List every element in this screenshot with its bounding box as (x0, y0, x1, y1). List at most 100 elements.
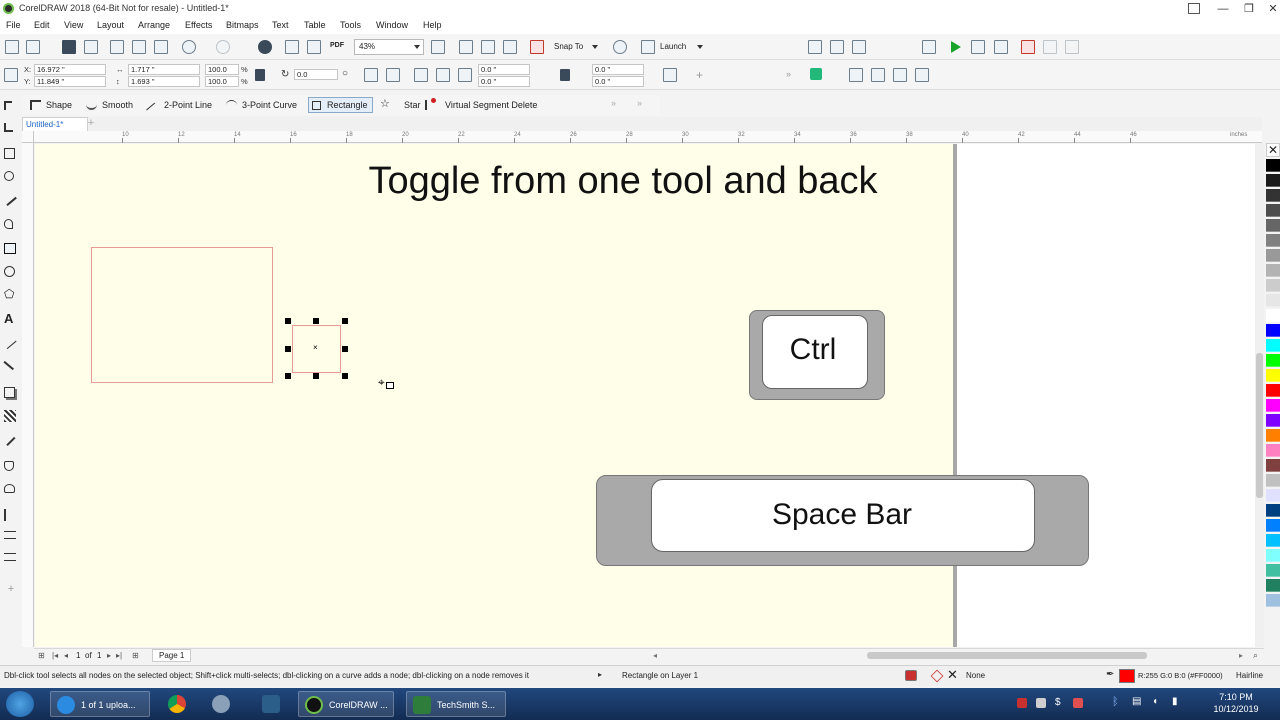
taskbar-app-4[interactable] (256, 691, 288, 717)
selection-handle-ml[interactable] (285, 346, 291, 352)
text-properties-icon[interactable] (852, 40, 866, 54)
palette-swatch[interactable] (1266, 294, 1280, 307)
menu-file[interactable]: File (6, 20, 21, 30)
palette-swatch[interactable] (1266, 474, 1280, 487)
canvas-title-text[interactable]: Toggle from one tool and back (35, 160, 1211, 203)
menu-layout[interactable]: Layout (97, 20, 124, 30)
to-front-icon[interactable] (849, 68, 863, 82)
spell-check-icon[interactable] (830, 40, 844, 54)
outline-pen-icon[interactable] (893, 68, 907, 82)
selection-handle-mr[interactable] (342, 346, 348, 352)
taskbar-ie[interactable]: 1 of 1 uploa... (50, 691, 150, 717)
paste-icon[interactable] (154, 40, 168, 54)
add-tab-button[interactable]: + (84, 117, 98, 130)
palette-swatch[interactable] (1266, 219, 1280, 232)
palette-swatch[interactable] (1266, 504, 1280, 517)
palette-swatch[interactable] (1266, 384, 1280, 397)
snap-off-icon[interactable] (530, 40, 544, 54)
palette-swatch[interactable] (1266, 264, 1280, 277)
corner-radius-top-right[interactable]: 0.0 " (592, 64, 644, 75)
import-icon[interactable] (285, 40, 299, 54)
cut-icon[interactable] (110, 40, 124, 54)
scalloped-corner-icon[interactable] (436, 68, 450, 82)
copy-icon[interactable] (132, 40, 146, 54)
eyedropper-tool-icon[interactable] (3, 433, 16, 447)
menu-edit[interactable]: Edit (34, 20, 50, 30)
chamfered-corner-icon[interactable] (458, 68, 472, 82)
palette-swatch[interactable] (1266, 399, 1280, 412)
horizontal-scrollbar-thumb[interactable] (867, 652, 1147, 659)
shape-tool-icon[interactable] (4, 123, 13, 132)
smart-fill-tool-icon[interactable] (4, 484, 15, 493)
page-first-arrow-icon[interactable]: |◂ (52, 651, 58, 660)
stop-macro-icon[interactable] (1021, 40, 1035, 54)
palette-swatch[interactable] (1266, 249, 1280, 262)
outline-color-swatch[interactable] (1119, 669, 1135, 683)
mirror-vertical-icon[interactable] (386, 68, 400, 82)
pick-tool-icon[interactable] (4, 101, 12, 110)
maximize-button[interactable]: ❐ (1236, 0, 1262, 18)
tray-dollar-icon[interactable]: $ (1055, 697, 1061, 708)
snap-to-label[interactable]: Snap To (554, 42, 583, 51)
menu-tools[interactable]: Tools (340, 20, 361, 30)
vertical-scrollbar-thumb[interactable] (1256, 353, 1263, 498)
document-tab-untitled[interactable]: Untitled-1* (22, 117, 88, 131)
show-rulers-icon[interactable] (459, 40, 473, 54)
palette-swatch[interactable] (1266, 204, 1280, 217)
page-prev-icon[interactable]: ◂ (64, 651, 68, 660)
drawing-canvas[interactable]: Toggle from one tool and back × ⌖ Ctrl S… (35, 144, 1255, 647)
page-last-icon[interactable]: ▸| (116, 651, 122, 660)
menu-table[interactable]: Table (304, 20, 326, 30)
mirror-horizontal-icon[interactable] (364, 68, 378, 82)
outline-tool-icon[interactable] (4, 509, 10, 521)
width-field[interactable]: 1.717 " (128, 64, 200, 75)
menu-arrange[interactable]: Arrange (138, 20, 170, 30)
hscroll-right-icon[interactable]: ▸ (1239, 651, 1243, 660)
redo-icon[interactable] (216, 40, 230, 54)
palette-swatch[interactable] (1266, 429, 1280, 442)
lock-ratio-icon[interactable] (255, 69, 265, 81)
volume-icon[interactable]: ◖ (1152, 696, 1158, 707)
quick-customize-icon[interactable]: + (4, 583, 18, 597)
page-first-icon[interactable]: ⊞ (38, 651, 45, 660)
options-gear-icon[interactable] (613, 40, 627, 54)
palette-swatch[interactable] (1266, 369, 1280, 382)
taskbar-app-3[interactable] (206, 691, 238, 717)
palette-swatch[interactable] (1266, 489, 1280, 502)
play-icon[interactable] (951, 41, 961, 53)
object-origin-icon[interactable] (4, 68, 18, 82)
export-icon[interactable] (307, 40, 321, 54)
contour-tool-icon[interactable] (4, 553, 16, 561)
palette-swatch[interactable] (1266, 459, 1280, 472)
no-color-swatch-icon[interactable]: ✕ (1266, 143, 1280, 157)
menu-bitmaps[interactable]: Bitmaps (226, 20, 259, 30)
zoom-tool-icon[interactable] (4, 171, 14, 181)
print-icon[interactable] (84, 40, 98, 54)
transparency-tool-icon[interactable] (4, 410, 16, 422)
space-bar-key-graphic[interactable]: Space Bar (596, 475, 1089, 566)
scale-x-field[interactable]: 100.0 (205, 64, 239, 75)
zoom-level-combo[interactable]: 43% (354, 39, 424, 55)
taskbar-coreldraw[interactable]: CorelDRAW ... (298, 691, 394, 717)
hscroll-left-icon[interactable]: ◂ (653, 651, 657, 660)
palette-swatch[interactable] (1266, 339, 1280, 352)
shape-option[interactable]: Shape (30, 98, 72, 112)
three-point-curve-option[interactable]: 3-Point Curve (226, 98, 297, 112)
polygon-tool-icon[interactable]: ⬠ (4, 288, 18, 302)
height-field[interactable]: 1.693 " (128, 76, 200, 87)
options-more-icon[interactable]: » (637, 98, 642, 108)
star-option[interactable]: ☆ Star (380, 98, 421, 112)
macro-manager-icon[interactable] (994, 40, 1008, 54)
x-position-field[interactable]: 16.972 " (34, 64, 106, 75)
overflow-chevron-icon[interactable]: » (786, 69, 791, 79)
bluetooth-icon[interactable]: ᛒ (1112, 696, 1119, 708)
palette-swatch[interactable] (1266, 309, 1280, 322)
parallel-dimension-tool-icon[interactable] (3, 336, 17, 350)
align-icon[interactable] (808, 40, 822, 54)
color-proofing-icon[interactable] (905, 670, 917, 681)
table-icon[interactable] (922, 40, 936, 54)
status-expand-icon[interactable]: ▸ (598, 670, 602, 679)
palette-swatch[interactable] (1266, 414, 1280, 427)
help-restore-icon[interactable] (1188, 3, 1200, 14)
ctrl-key-graphic[interactable]: Ctrl (749, 310, 885, 400)
